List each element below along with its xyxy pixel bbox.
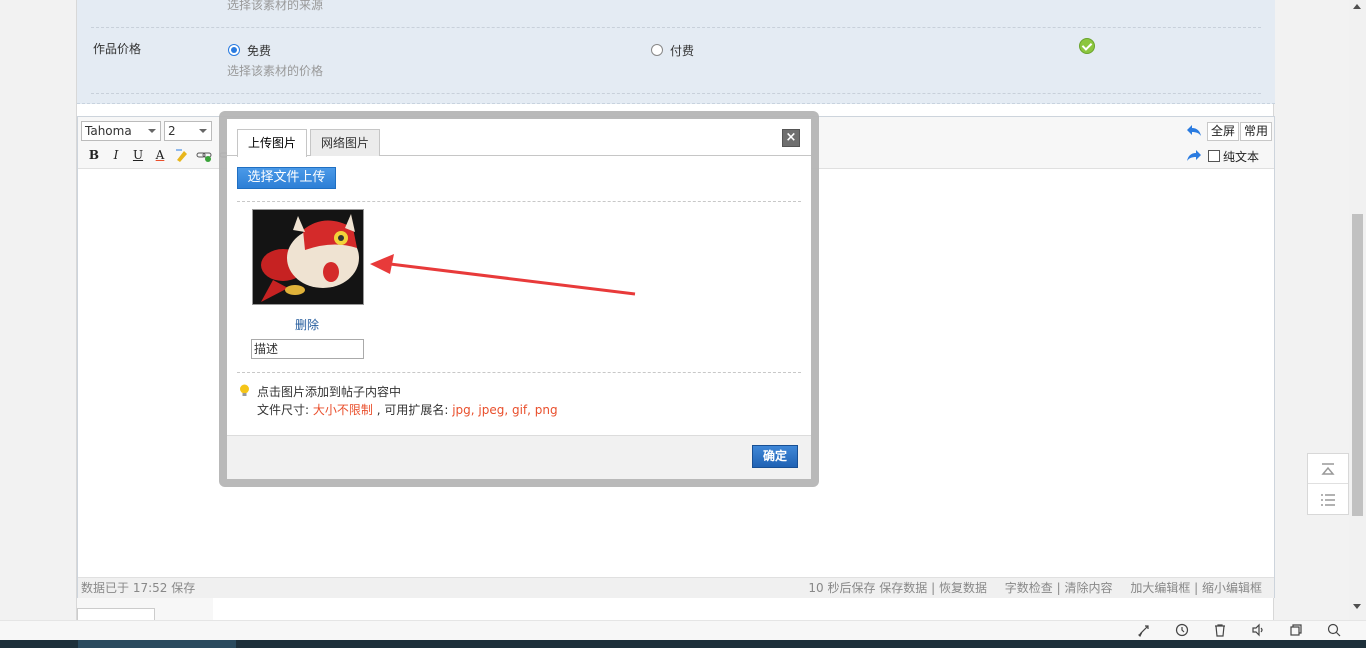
description-input[interactable]: 描述	[251, 339, 364, 359]
confirm-button[interactable]: 确定	[752, 445, 798, 468]
rocket-icon[interactable]	[1136, 623, 1152, 639]
status-saved: 数据已于 17:52 保存	[81, 581, 196, 595]
close-icon[interactable]: ×	[782, 129, 800, 147]
source-hint: 选择该素材的来源	[227, 0, 324, 12]
plain-text-label[interactable]: 纯文本	[1223, 148, 1259, 165]
font-family-select[interactable]: Tahoma	[81, 121, 161, 141]
back-to-top-button[interactable]	[1308, 454, 1348, 484]
size-value: 大小不限制	[312, 403, 373, 417]
editor-statusbar: 数据已于 17:52 保存 10 秒后保存 保存数据 | 恢复数据 字数检查 |…	[78, 577, 1274, 598]
link-icon[interactable]	[196, 147, 212, 163]
annotation-arrow	[370, 254, 636, 296]
trash-icon[interactable]	[1212, 623, 1228, 639]
chevron-down-icon	[148, 129, 156, 133]
form-section: 选择该素材的来源 作品价格 免费 付费 选择该素材的价格	[77, 0, 1275, 104]
system-bar	[0, 620, 1366, 640]
redo-icon[interactable]	[1186, 148, 1202, 162]
dialog-tabs: 上传图片 网络图片 ×	[227, 119, 811, 157]
page-scrollbar[interactable]	[1349, 0, 1366, 620]
radio-free[interactable]	[228, 44, 240, 56]
autosave-links[interactable]: 10 秒后保存 保存数据 | 恢复数据	[808, 581, 987, 595]
taskbar-item[interactable]	[78, 640, 236, 648]
select-file-upload-button[interactable]: 选择文件上传	[237, 167, 336, 189]
divider	[237, 201, 801, 202]
price-label: 作品价格	[93, 42, 142, 56]
scroll-thumb[interactable]	[1352, 214, 1363, 516]
divider	[237, 372, 801, 373]
font-size-value: 2	[168, 124, 176, 138]
delete-link[interactable]: 删除	[295, 316, 319, 333]
tip-click-image: 点击图片添加到帖子内容中	[257, 385, 402, 399]
float-toolbox	[1307, 453, 1349, 515]
window-icon[interactable]	[1288, 623, 1304, 639]
ext-prefix: , 可用扩展名:	[372, 403, 453, 417]
undo-icon[interactable]	[1186, 123, 1202, 137]
tab-upload-image[interactable]: 上传图片	[237, 129, 308, 157]
wordcheck-links[interactable]: 字数检查 | 清除内容	[1005, 581, 1113, 595]
radio-free-label[interactable]: 免费	[247, 42, 271, 59]
below-tab[interactable]	[77, 608, 155, 620]
search-icon[interactable]	[1326, 623, 1342, 639]
status-actions: 10 秒后保存 保存数据 | 恢复数据 字数检查 | 清除内容 加大编辑框 | …	[794, 578, 1262, 598]
check-ok-icon	[1079, 38, 1095, 54]
font-size-select[interactable]: 2	[164, 121, 212, 141]
font-family-value: Tahoma	[85, 124, 132, 138]
lightbulb-icon	[239, 384, 250, 396]
taskbar	[0, 640, 1366, 648]
divider	[91, 27, 1261, 28]
tab-web-image[interactable]: 网络图片	[310, 129, 381, 156]
price-hint: 选择该素材的价格	[227, 64, 324, 78]
scroll-up-icon[interactable]	[1353, 4, 1361, 9]
file-size-info: 文件尺寸: 大小不限制 , 可用扩展名: jpg, jpeg, gif, png	[257, 401, 558, 418]
resize-links[interactable]: 加大编辑框 | 缩小编辑框	[1130, 581, 1262, 595]
chevron-down-icon	[199, 129, 207, 133]
radio-paid[interactable]	[651, 44, 663, 56]
radio-paid-label[interactable]: 付费	[670, 42, 694, 59]
ext-value: jpg, jpeg, gif, png	[452, 403, 558, 417]
size-prefix: 文件尺寸:	[257, 403, 313, 417]
scroll-down-icon[interactable]	[1353, 604, 1361, 609]
bold-button[interactable]: B	[86, 147, 102, 163]
clock-icon[interactable]	[1174, 623, 1190, 639]
plain-text-checkbox[interactable]	[1208, 150, 1220, 162]
common-button[interactable]: 常用	[1240, 122, 1273, 141]
volume-icon[interactable]	[1250, 623, 1266, 639]
italic-button[interactable]: I	[108, 147, 124, 163]
highlight-icon[interactable]	[174, 147, 190, 163]
underline-button[interactable]: U	[130, 147, 146, 163]
list-icon[interactable]	[1308, 485, 1348, 515]
uploaded-image-thumbnail[interactable]	[252, 209, 364, 305]
dialog-footer: 确定	[227, 435, 811, 479]
divider	[91, 93, 1261, 94]
fullscreen-button[interactable]: 全屏	[1207, 122, 1240, 141]
font-color-button[interactable]: A	[152, 147, 168, 163]
